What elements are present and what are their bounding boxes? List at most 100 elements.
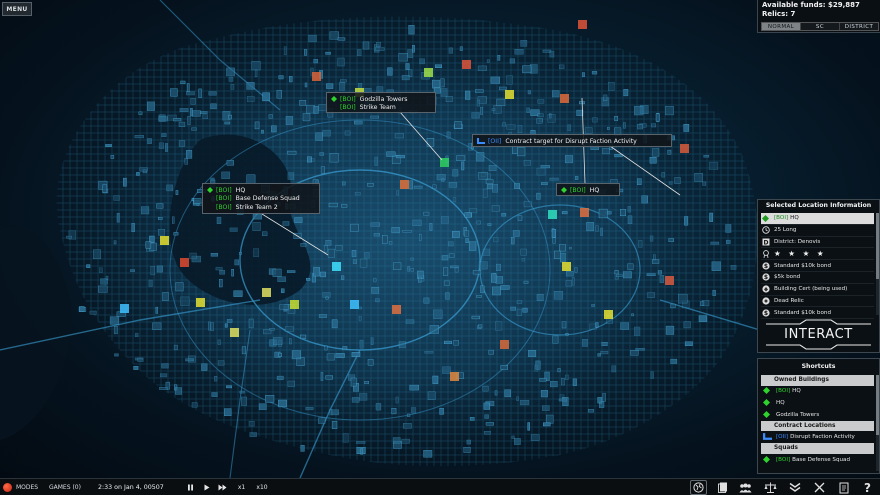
section-contract-locations[interactable]: Contract Locations — [761, 420, 874, 432]
section-squads[interactable]: Squads — [761, 443, 874, 454]
shortcut-label: Disrupt Faction Activity — [790, 434, 855, 441]
tab-district[interactable]: DISTRICT — [840, 23, 878, 30]
rating-icon — [761, 249, 770, 258]
shortcut-disrupt-faction[interactable]: [OII] Disrupt Faction Activity — [761, 431, 874, 443]
city-block — [601, 342, 608, 346]
info-scroll-thumb[interactable] — [876, 213, 879, 279]
games-button[interactable]: GAMES (0) — [49, 479, 81, 495]
city-block — [405, 63, 410, 70]
city-map[interactable] — [0, 0, 880, 478]
highlighted-building[interactable] — [262, 288, 271, 297]
highlighted-building[interactable] — [424, 68, 433, 77]
notes-button[interactable] — [835, 480, 852, 495]
rank-button[interactable] — [786, 480, 803, 495]
tab-sc[interactable]: SC — [801, 23, 840, 30]
city-block — [491, 205, 500, 212]
city-block — [161, 133, 167, 137]
highlighted-building[interactable] — [680, 144, 689, 153]
highlighted-building[interactable] — [665, 276, 674, 285]
city-block — [173, 344, 178, 351]
tooltip-label: Contract target for Disrupt Faction Acti… — [505, 137, 637, 145]
highlighted-building[interactable] — [562, 262, 571, 271]
city-block — [703, 154, 710, 158]
city-map-canvas[interactable] — [0, 0, 880, 478]
shortcut-hq[interactable]: [BOI] HQ — [761, 386, 874, 398]
highlighted-building[interactable] — [120, 304, 129, 313]
highlighted-building[interactable] — [196, 298, 205, 307]
shortcut-godzilla-towers[interactable]: Godzilla Towers — [761, 409, 874, 421]
shortcuts-scrollbar[interactable] — [876, 375, 879, 471]
squads-button[interactable] — [737, 480, 754, 495]
city-block — [423, 211, 430, 216]
tooltip-hq-right[interactable]: [BOI] HQ — [556, 183, 620, 196]
city-block — [374, 156, 378, 166]
globe-button[interactable] — [690, 480, 707, 495]
interact-button[interactable]: INTERACT — [760, 318, 877, 351]
tooltip-godzilla-towers[interactable]: [BOI] Godzilla Towers [BOI] Strike Team — [326, 92, 436, 113]
money-icon: $ — [761, 273, 770, 282]
city-block — [541, 182, 548, 185]
city-block — [249, 432, 257, 438]
highlighted-building[interactable] — [312, 72, 321, 81]
city-block — [443, 267, 449, 276]
highlighted-building[interactable] — [332, 262, 341, 271]
tab-normal[interactable]: NORMAL — [762, 23, 801, 30]
play-button[interactable] — [200, 481, 213, 494]
city-block — [320, 271, 326, 278]
speed-x1-button[interactable]: x1 — [235, 481, 248, 494]
shortcut-hq-2[interactable]: HQ — [761, 397, 874, 409]
tools-button[interactable] — [811, 480, 828, 495]
tooltip-row: [BOI] Strike Team 2 — [207, 203, 315, 212]
info-scrollbar[interactable] — [876, 213, 879, 315]
highlighted-building[interactable] — [462, 60, 471, 69]
city-block — [161, 363, 169, 369]
city-block — [342, 181, 346, 186]
highlighted-building[interactable] — [578, 20, 587, 29]
city-block — [495, 321, 503, 331]
tooltip-hq-left[interactable]: [BOI] HQ [BOI] Base Defense Squad [BOI] … — [202, 183, 320, 214]
shortcuts-scroll-thumb[interactable] — [876, 375, 879, 435]
location-info-list[interactable]: [BOI] HQ 25 Long D District: Denovis ★ ★… — [761, 213, 874, 320]
help-button[interactable]: ? — [859, 480, 876, 495]
highlighted-building[interactable] — [604, 310, 613, 319]
tooltip-contract-target[interactable]: [OII] Contract target for Disrupt Factio… — [472, 134, 672, 147]
city-block — [549, 177, 559, 181]
city-block — [100, 278, 108, 285]
info-row-selected[interactable]: [BOI] HQ — [761, 213, 874, 225]
city-block — [510, 306, 516, 311]
highlighted-building[interactable] — [350, 300, 359, 309]
record-icon[interactable] — [3, 483, 12, 492]
fast-forward-button[interactable] — [216, 481, 229, 494]
documents-button[interactable] — [714, 480, 731, 495]
city-block — [670, 358, 678, 364]
city-block — [210, 322, 214, 331]
highlighted-building[interactable] — [450, 372, 459, 381]
speed-x10-button[interactable]: x10 — [254, 481, 270, 494]
balance-button[interactable] — [762, 480, 779, 495]
highlighted-building[interactable] — [290, 300, 299, 309]
highlighted-building[interactable] — [180, 258, 189, 267]
section-owned-buildings[interactable]: Owned Buildings — [761, 375, 874, 386]
highlighted-building[interactable] — [500, 340, 509, 349]
highlighted-building[interactable] — [400, 180, 409, 189]
city-block — [156, 265, 163, 273]
highlighted-building[interactable] — [160, 236, 169, 245]
highlighted-building[interactable] — [548, 210, 557, 219]
menu-button[interactable]: MENU — [2, 2, 32, 16]
city-block — [492, 286, 502, 296]
city-block — [412, 45, 415, 53]
city-block — [472, 270, 482, 275]
city-block — [218, 279, 223, 288]
highlighted-building[interactable] — [505, 90, 514, 99]
modes-button[interactable]: MODES — [16, 479, 38, 495]
city-block — [252, 214, 262, 220]
city-block — [499, 86, 507, 91]
highlighted-building[interactable] — [580, 208, 589, 217]
city-block — [283, 46, 287, 55]
highlighted-building[interactable] — [392, 305, 401, 314]
highlighted-building[interactable] — [230, 328, 239, 337]
highlighted-building[interactable] — [560, 94, 569, 103]
pause-button[interactable] — [184, 481, 197, 494]
shortcuts-list[interactable]: Owned Buildings [BOI] HQ HQ Godzilla Tow… — [761, 375, 874, 465]
shortcut-base-defense-squad[interactable]: [BOI] Base Defense Squad — [761, 454, 874, 466]
